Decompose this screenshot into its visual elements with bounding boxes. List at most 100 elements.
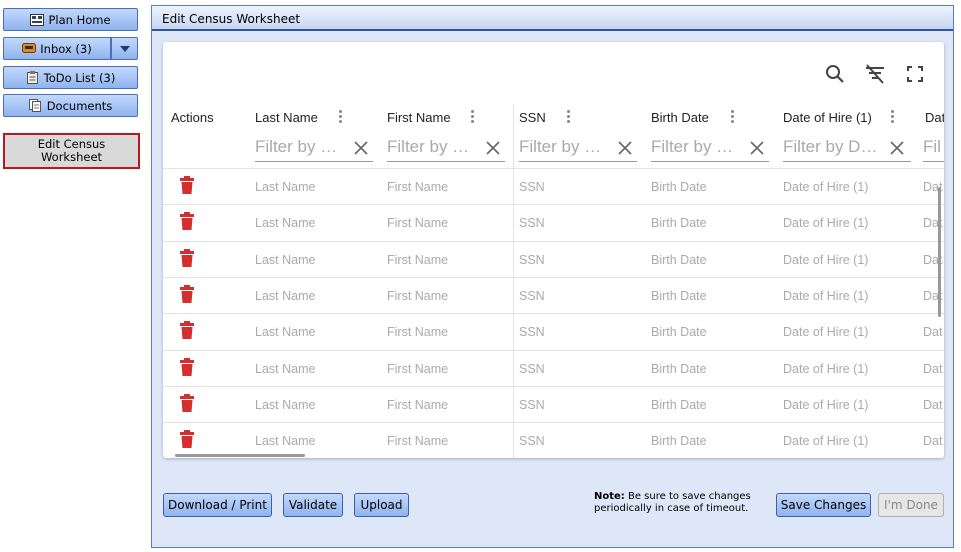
last-name-cell[interactable]: Last Name (255, 180, 315, 194)
trash-icon[interactable] (180, 248, 194, 267)
date-of-hire-cell[interactable]: Date of Hire (1) (783, 253, 868, 267)
column-header-ssn[interactable]: SSN Filter by … (519, 104, 639, 164)
table-row[interactable]: Last Name First Name SSN Birth Date Date of … (163, 240, 944, 277)
birth-date-cell[interactable]: Birth Date (651, 362, 707, 376)
fullscreen-icon[interactable] (903, 62, 927, 86)
close-icon[interactable] (485, 140, 501, 156)
first-name-cell[interactable]: First Name (387, 434, 448, 448)
last-name-cell[interactable]: Last Name (255, 434, 315, 448)
close-icon[interactable] (353, 140, 369, 156)
date-of-hire-cell[interactable]: Date of Hire (1) (783, 180, 868, 194)
close-icon[interactable] (617, 140, 633, 156)
trash-icon[interactable] (180, 176, 194, 194)
last-name-cell[interactable]: Last Name (255, 325, 315, 339)
date-partial-cell[interactable]: Dat (923, 325, 944, 339)
ssn-cell[interactable]: SSN (519, 325, 545, 339)
save-changes-button[interactable]: Save Changes (776, 493, 871, 517)
birth-date-cell[interactable]: Birth Date (651, 180, 707, 194)
documents-icon (29, 99, 43, 112)
column-header-first-name[interactable]: First Name Filter by … (387, 104, 507, 164)
todo-list-button[interactable]: ToDo List (3) (3, 66, 138, 89)
table-row[interactable]: Last Name First Name SSN Birth Date Date of … (163, 349, 944, 386)
timeout-note: Note: Be sure to save changes periodical… (594, 491, 769, 515)
inbox-control: Inbox (3) (3, 37, 138, 60)
date-of-hire-cell[interactable]: Date of Hire (1) (783, 216, 868, 230)
validate-button[interactable]: Validate (283, 493, 343, 517)
close-icon[interactable] (749, 140, 765, 156)
first-name-cell[interactable]: First Name (387, 362, 448, 376)
date-of-hire-cell[interactable]: Date of Hire (1) (783, 325, 868, 339)
date-partial-cell[interactable]: Dat (923, 362, 944, 376)
more-vert-icon[interactable] (337, 110, 343, 126)
date-of-hire-cell[interactable]: Date of Hire (1) (783, 362, 868, 376)
edit-census-nav-item[interactable]: Edit Census Worksheet (3, 133, 140, 169)
first-name-cell[interactable]: First Name (387, 325, 448, 339)
close-icon[interactable] (889, 140, 905, 156)
ssn-cell[interactable]: SSN (519, 216, 545, 230)
ssn-cell[interactable]: SSN (519, 289, 545, 303)
first-name-cell[interactable]: First Name (387, 289, 448, 303)
trash-icon[interactable] (180, 357, 194, 376)
last-name-cell[interactable]: Last Name (255, 362, 315, 376)
inbox-dropdown-button[interactable] (111, 37, 138, 60)
date-of-hire-cell[interactable]: Date of Hire (1) (783, 398, 868, 412)
more-vert-icon[interactable] (565, 110, 571, 126)
ssn-cell[interactable]: SSN (519, 180, 545, 194)
search-icon[interactable] (823, 62, 847, 86)
birth-date-cell[interactable]: Birth Date (651, 398, 707, 412)
date-of-hire-cell[interactable]: Date of Hire (1) (783, 289, 868, 303)
date-partial-cell[interactable]: Dat (923, 434, 944, 448)
trash-icon[interactable] (180, 393, 194, 412)
birth-date-cell[interactable]: Birth Date (651, 216, 707, 230)
table-row[interactable]: Last Name First Name SSN Birth Date Date of … (163, 422, 944, 458)
plan-home-button[interactable]: Plan Home (3, 8, 138, 31)
more-vert-icon[interactable] (469, 110, 475, 126)
documents-button[interactable]: Documents (3, 94, 138, 117)
table-row[interactable]: Last Name First Name SSN Birth Date Date of … (163, 204, 944, 240)
vertical-scrollbar[interactable] (938, 187, 941, 317)
last-name-cell[interactable]: Last Name (255, 216, 315, 230)
birth-date-cell[interactable]: Birth Date (651, 325, 707, 339)
date-of-hire-cell[interactable]: Date of Hire (1) (783, 434, 868, 448)
more-vert-icon[interactable] (889, 110, 895, 126)
date-partial-cell[interactable]: Dat (923, 398, 944, 412)
trash-icon[interactable] (180, 321, 194, 340)
birth-date-cell[interactable]: Birth Date (651, 253, 707, 267)
inbox-button[interactable]: Inbox (3) (3, 37, 111, 60)
column-header-date-of-hire[interactable]: Date of Hire (1) Filter by D… (783, 104, 913, 164)
ssn-cell[interactable]: SSN (519, 362, 545, 376)
ssn-cell[interactable]: SSN (519, 434, 545, 448)
clear-filter-icon[interactable] (863, 62, 887, 86)
trash-icon[interactable] (180, 430, 194, 449)
last-name-cell[interactable]: Last Name (255, 398, 315, 412)
table-row[interactable]: Last Name First Name SSN Birth Date Date of … (163, 276, 944, 313)
column-header-date-partial[interactable]: Dat Fil (923, 104, 944, 164)
ssn-cell[interactable]: SSN (519, 398, 545, 412)
first-name-cell[interactable]: First Name (387, 216, 448, 230)
first-name-cell[interactable]: First Name (387, 253, 448, 267)
table-row[interactable]: Last Name First Name SSN Birth Date Date of … (163, 385, 944, 422)
last-name-cell[interactable]: Last Name (255, 253, 315, 267)
column-header-last-name[interactable]: Last Name Filter by … (255, 104, 375, 164)
panel-title: Edit Census Worksheet (152, 6, 953, 31)
table-row[interactable]: Last Name First Name SSN Birth Date Date of … (163, 313, 944, 349)
first-name-cell[interactable]: First Name (387, 398, 448, 412)
date-partial-filter-input[interactable]: Fil (923, 134, 944, 162)
download-print-button[interactable]: Download / Print (163, 493, 272, 517)
inbox-icon (22, 42, 37, 55)
ssn-cell[interactable]: SSN (519, 253, 545, 267)
column-label: Last Name (255, 110, 318, 125)
birth-date-cell[interactable]: Birth Date (651, 289, 707, 303)
trash-icon[interactable] (180, 284, 194, 303)
last-name-cell[interactable]: Last Name (255, 289, 315, 303)
upload-button[interactable]: Upload (354, 493, 409, 517)
note-label: Note: (594, 491, 625, 502)
horizontal-scrollbar[interactable] (175, 454, 305, 457)
column-header-birth-date[interactable]: Birth Date Filter by … (651, 104, 771, 164)
table-row[interactable]: Last Name First Name SSN Birth Date Date of … (163, 168, 944, 204)
im-done-button[interactable]: I'm Done (878, 493, 944, 517)
birth-date-cell[interactable]: Birth Date (651, 434, 707, 448)
trash-icon[interactable] (180, 212, 194, 231)
more-vert-icon[interactable] (729, 110, 735, 126)
first-name-cell[interactable]: First Name (387, 180, 448, 194)
